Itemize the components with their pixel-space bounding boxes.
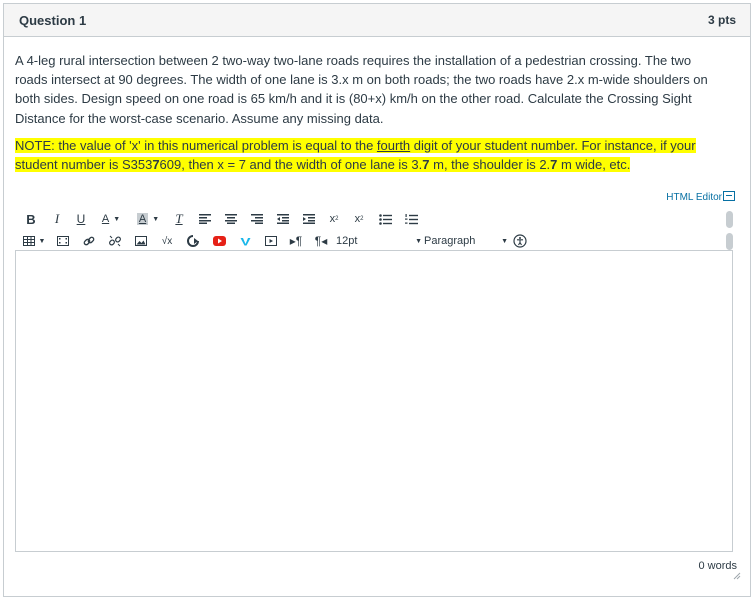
indent-icon[interactable] [296,209,322,229]
outdent-icon[interactable] [270,209,296,229]
vimeo-icon[interactable] [232,231,258,251]
align-right-icon[interactable] [244,209,270,229]
subscript-icon[interactable]: x2 [346,209,372,229]
ltr-direction-icon[interactable]: ▸¶ [284,231,308,251]
background-color-button[interactable]: A ▼ [130,209,166,229]
question-title: Question 1 [19,12,87,28]
accessibility-icon[interactable] [508,231,532,251]
question-note: NOTE: the value of 'x' in this numerical… [15,137,696,173]
video-icon[interactable] [258,231,284,251]
clear-formatting-icon[interactable]: T [166,209,192,229]
youtube-icon[interactable] [206,231,232,251]
resize-handle-icon[interactable] [733,572,741,580]
italic-icon[interactable]: I [44,209,70,229]
align-center-icon[interactable] [218,209,244,229]
chevron-down-icon: ▼ [113,215,121,223]
chevron-down-icon: ▼ [415,237,422,245]
bullet-list-icon[interactable] [372,209,398,229]
rtl-direction-icon[interactable]: ¶◂ [308,231,334,251]
rich-text-toolbar: B I U A ▼ A ▼ T x2 x2 ▼ √x ▸¶ ¶◂ 12pt ▼ Par… [18,208,737,252]
note-underlined-word: fourth [376,137,411,153]
chevron-down-icon: ▼ [501,237,508,245]
embed-arrow-icon[interactable] [180,231,206,251]
toolbar-row-1: B I U A ▼ A ▼ T x2 x2 [18,208,424,230]
word-count: 0 words [698,560,737,572]
block-format-select[interactable]: Paragraph ▼ [422,231,508,251]
question-body: A 4-leg rural intersection between 2 two… [15,53,708,126]
chevron-down-icon: ▼ [38,237,46,245]
chevron-down-icon: ▼ [152,215,160,223]
media-icon[interactable] [50,231,76,251]
unlink-icon[interactable] [102,231,128,251]
table-button[interactable]: ▼ [18,231,50,251]
question-header: Question 1 3 pts [4,4,750,37]
bold-icon[interactable]: B [18,209,44,229]
equation-icon[interactable]: √x [154,231,180,251]
font-color-icon: A [101,213,110,225]
question-points: 3 pts [707,13,736,27]
keyboard-icon [723,191,735,201]
html-editor-link[interactable]: HTML Editor [666,191,735,203]
align-left-icon[interactable] [192,209,218,229]
numbered-list-icon[interactable] [398,209,424,229]
link-icon[interactable] [76,231,102,251]
font-color-button[interactable]: A ▼ [92,209,130,229]
background-color-icon: A [136,213,149,225]
question-text: A 4-leg rural intersection between 2 two… [15,51,727,174]
table-icon [22,236,35,246]
answer-editor[interactable] [15,250,733,552]
toolbar-scrollbar-thumb[interactable] [726,233,733,250]
superscript-icon[interactable]: x2 [322,209,346,229]
font-size-select[interactable]: 12pt ▼ [334,231,422,251]
toolbar-row-2: ▼ √x ▸¶ ¶◂ 12pt ▼ Paragraph ▼ [18,230,532,252]
underline-icon[interactable]: U [70,209,92,229]
toolbar-scrollbar-thumb[interactable] [726,211,733,228]
image-icon[interactable] [128,231,154,251]
